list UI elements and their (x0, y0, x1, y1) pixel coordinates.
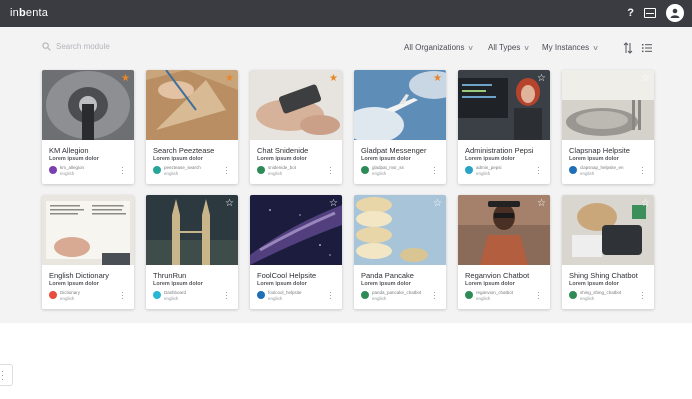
side-panel-handle[interactable]: · · · (0, 364, 13, 386)
search-input[interactable]: Search module (42, 42, 110, 51)
module-card[interactable]: ☆ Panda Pancake Lorem ipsum dolor panda_… (354, 195, 446, 309)
more-options-icon[interactable]: · · · (121, 164, 124, 178)
favorite-star-icon[interactable]: ★ (225, 74, 234, 84)
module-card[interactable]: ☆ Clapsnap Helpsite Lorem ipsum dolor cl… (562, 70, 654, 184)
search-icon (42, 42, 51, 51)
more-options-icon[interactable]: · · · (433, 164, 436, 178)
more-options-icon[interactable]: · · · (329, 289, 332, 303)
favorite-star-icon[interactable]: ☆ (537, 74, 546, 84)
module-type-icon (257, 291, 265, 299)
favorite-star-icon[interactable]: ☆ (225, 199, 234, 209)
favorite-star-icon[interactable]: ☆ (537, 199, 546, 209)
instances-dropdown[interactable]: My Instances ∨ (542, 43, 600, 52)
module-type-icon (153, 291, 161, 299)
more-options-icon[interactable]: · · · (329, 164, 332, 178)
module-type-icon (569, 166, 577, 174)
more-options-icon[interactable]: · · · (433, 289, 436, 303)
favorite-star-icon[interactable]: ☆ (433, 199, 442, 209)
favorite-star-icon[interactable]: ☆ (641, 74, 650, 84)
favorite-star-icon[interactable]: ☆ (121, 199, 130, 209)
module-card[interactable]: ★ Search Peeztease Lorem ipsum dolor pee… (146, 70, 238, 184)
chevron-down-icon: ∨ (467, 44, 475, 52)
module-card[interactable]: ☆ FoolCool Helpsite Lorem ipsum dolor fo… (250, 195, 342, 309)
module-type-icon (569, 291, 577, 299)
chevron-down-icon: ∨ (523, 44, 531, 52)
user-avatar[interactable] (666, 4, 684, 22)
organizations-dropdown[interactable]: All Organizations ∨ (404, 43, 474, 52)
more-options-icon[interactable]: · · · (641, 289, 644, 303)
more-options-icon[interactable]: · · · (641, 164, 644, 178)
module-card[interactable]: ☆ Reganvion Chatbot Lorem ipsum dolor re… (458, 195, 550, 309)
inbenta-logo[interactable]: inbenta (10, 7, 48, 19)
sort-icon[interactable] (623, 42, 633, 54)
filter-bar: Search module All Organizations ∨ All Typ… (0, 42, 692, 56)
module-type-icon (49, 166, 57, 174)
module-type-icon (361, 166, 369, 174)
module-card[interactable]: ★ Chat Snidenide Lorem ipsum dolor snide… (250, 70, 342, 184)
favorite-star-icon[interactable]: ☆ (641, 199, 650, 209)
list-view-icon[interactable] (642, 43, 652, 53)
module-card[interactable]: ☆ Administration Pepsi Lorem ipsum dolor… (458, 70, 550, 184)
module-card[interactable]: ☆ Shing Shing Chatbot Lorem ipsum dolor … (562, 195, 654, 309)
favorite-star-icon[interactable]: ★ (329, 74, 338, 84)
module-card[interactable]: ★ Gladpat Messenger Lorem ipsum dolor gl… (354, 70, 446, 184)
more-options-icon[interactable]: · · · (537, 164, 540, 178)
more-options-icon[interactable]: · · · (225, 289, 228, 303)
help-icon[interactable]: ? (627, 7, 634, 19)
module-type-icon (153, 166, 161, 174)
lower-blank-area (0, 323, 692, 399)
more-options-icon[interactable]: · · · (121, 289, 124, 303)
search-placeholder: Search module (56, 42, 110, 51)
types-dropdown[interactable]: All Types ∨ (488, 43, 531, 52)
more-options-icon[interactable]: · · · (537, 289, 540, 303)
module-type-icon (49, 291, 57, 299)
more-options-icon[interactable]: · · · (225, 164, 228, 178)
top-bar: inbenta ? (0, 0, 692, 27)
module-type-icon (465, 166, 473, 174)
favorite-star-icon[interactable]: ☆ (329, 199, 338, 209)
module-type-icon (361, 291, 369, 299)
chevron-down-icon: ∨ (592, 44, 600, 52)
module-card[interactable]: ☆ English Dictionary Lorem ipsum dolor D… (42, 195, 134, 309)
module-card[interactable]: ☆ ThrunRun Lorem ipsum dolor Dashboard e… (146, 195, 238, 309)
favorite-star-icon[interactable]: ★ (121, 74, 130, 84)
inbox-icon[interactable] (644, 8, 656, 18)
module-type-icon (465, 291, 473, 299)
module-type-icon (257, 166, 265, 174)
favorite-star-icon[interactable]: ★ (433, 74, 442, 84)
module-card[interactable]: ★ KM Allegion Lorem ipsum dolor km_alleg… (42, 70, 134, 184)
